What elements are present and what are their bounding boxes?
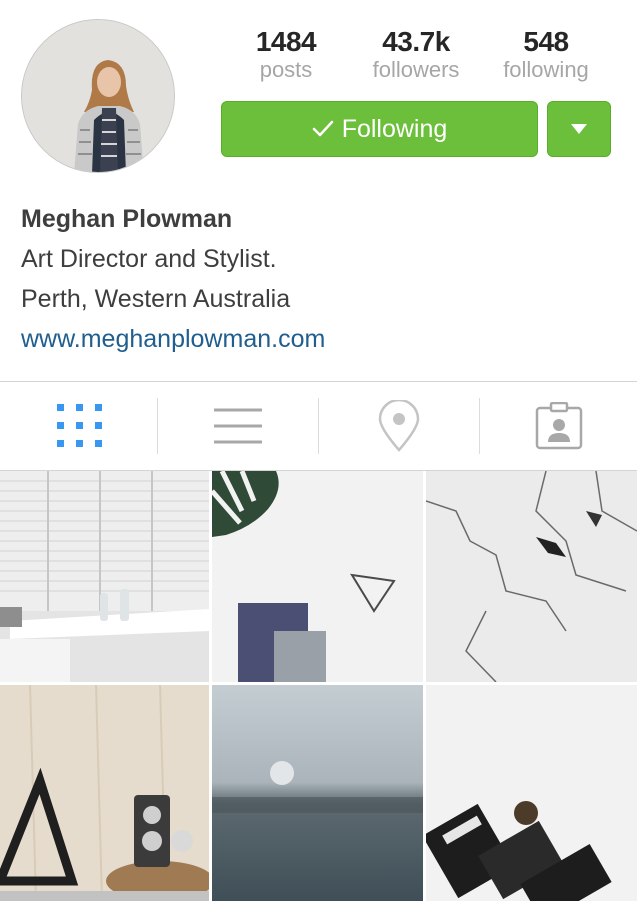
- followers-label: followers: [372, 57, 460, 82]
- website-link[interactable]: www.meghanplowman.com: [21, 319, 621, 359]
- posts-count: 1484: [255, 26, 317, 57]
- tab-tagged-photos[interactable]: [479, 382, 637, 470]
- following-button-label: Following: [341, 114, 448, 143]
- photo-leaf-notebooks: [212, 471, 423, 682]
- grid-photo[interactable]: [426, 471, 637, 682]
- avatar-photo: [22, 20, 174, 172]
- bio-description: Art Director and Stylist.: [21, 245, 277, 273]
- tab-map-view[interactable]: [319, 382, 478, 470]
- posts-stat[interactable]: 1484 posts: [221, 26, 351, 82]
- profile-avatar[interactable]: [21, 19, 175, 173]
- posts-label: posts: [259, 57, 313, 82]
- grid-icon: [56, 404, 102, 447]
- grid-photo[interactable]: [0, 471, 209, 682]
- location-pin-icon: [378, 400, 419, 452]
- photo-cards-coffee: [426, 685, 637, 901]
- photo-cracked-wall: [426, 471, 637, 682]
- following-count: 548: [523, 26, 569, 57]
- checkmark-icon: [312, 120, 333, 137]
- following-label: following: [503, 57, 589, 82]
- profile-name: Meghan Plowman: [21, 205, 233, 233]
- photo-pyramid-camera: [0, 685, 209, 901]
- suggestions-dropdown-button[interactable]: [547, 101, 611, 157]
- grid-photo[interactable]: [426, 685, 637, 901]
- profile-tab-bar: [0, 381, 637, 471]
- photo-blurred-seascape: [212, 685, 423, 901]
- grid-photo[interactable]: [212, 685, 423, 901]
- tab-list-view[interactable]: [158, 382, 317, 470]
- tab-grid-view[interactable]: [0, 382, 159, 470]
- photo-grid: [0, 471, 637, 901]
- photo-white-shutters-table: [0, 471, 209, 682]
- followers-stat[interactable]: 43.7k followers: [351, 26, 481, 82]
- list-icon: [213, 408, 262, 444]
- following-button[interactable]: Following: [221, 101, 538, 157]
- followers-count: 43.7k: [382, 26, 450, 57]
- grid-photo[interactable]: [0, 685, 209, 901]
- tagged-photos-icon: [535, 402, 582, 450]
- profile-stats: 1484 posts 43.7k followers 548 following: [221, 26, 611, 86]
- caret-down-icon: [571, 124, 587, 134]
- bio-location: Perth, Western Australia: [21, 285, 291, 313]
- following-stat[interactable]: 548 following: [481, 26, 611, 82]
- grid-photo[interactable]: [212, 471, 423, 682]
- profile-bio: Meghan Plowman Art Director and Stylist.…: [21, 199, 621, 359]
